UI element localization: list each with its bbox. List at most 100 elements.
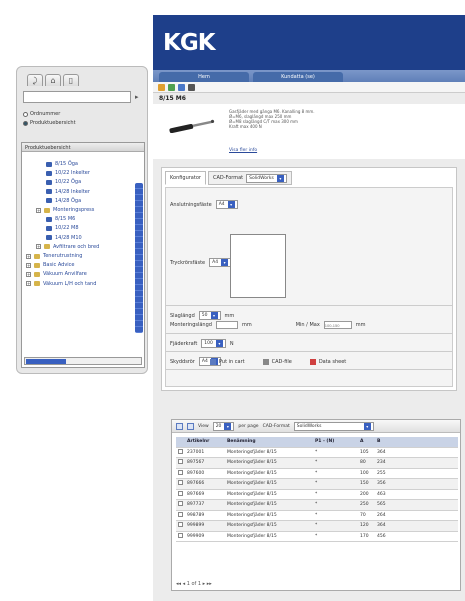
tryck-select[interactable]: A4 ▾	[209, 258, 232, 267]
expand-icon[interactable]: +	[26, 281, 31, 287]
table-row[interactable]: 897669 Monteringsfjäder 8/15 * 200 463	[176, 490, 458, 500]
configurator-body: Anslutningsfäste A4 ▾ Tryckrörsfäste A4 ▾ …	[165, 187, 453, 387]
chevron-down-icon[interactable]: ▾	[215, 340, 223, 347]
tree-horizontal-scrollbar[interactable]	[24, 357, 142, 365]
tree-item[interactable]: + Tenerutrustning	[26, 253, 82, 259]
list-view-icon[interactable]	[187, 422, 194, 430]
anslutning-select[interactable]: A4 ▾	[215, 200, 238, 209]
nav-tab-home[interactable]: Hem	[159, 72, 249, 82]
tree-item[interactable]: + Avfiltrare och bred	[36, 244, 99, 250]
tree-item[interactable]: 10/22 Inkelter	[46, 170, 90, 176]
table-row[interactable]: 998789 Monteringsfjäder 8/15 * 70 264	[176, 511, 458, 521]
radio-produktuebersicht[interactable]: Produktuebersicht	[23, 120, 76, 126]
cad-file-button[interactable]: CAD-file	[262, 359, 292, 365]
expand-icon[interactable]: +	[36, 244, 41, 250]
tab-configurator[interactable]: Konfigurator	[165, 171, 206, 185]
tree-item[interactable]: 8/15 Öga	[46, 161, 78, 167]
per-page-select[interactable]: 20 ▾	[212, 421, 235, 431]
tab-list-icon[interactable]: ▯	[63, 74, 79, 86]
expand-icon[interactable]: +	[26, 262, 31, 268]
radio-ordnummer[interactable]: Ordnummer	[23, 111, 60, 117]
tree-item[interactable]: + Basic Advice	[26, 262, 75, 268]
grid-view-icon[interactable]	[176, 422, 183, 430]
tree-item[interactable]: 14/28 Öga	[46, 198, 81, 204]
min-max-input[interactable]	[323, 321, 352, 329]
tree-item[interactable]: 10/22 M8	[46, 225, 79, 231]
row-select-cell	[176, 480, 187, 487]
table-row[interactable]: 237001 Monteringsfjäder 8/15 * 105 364	[176, 448, 458, 458]
button-label: CAD-file	[271, 359, 292, 365]
expand-icon[interactable]: +	[26, 253, 31, 259]
put-in-cart-button[interactable]: Put in cart	[210, 359, 245, 365]
row-checkbox[interactable]	[178, 522, 183, 528]
home-icon[interactable]	[158, 84, 165, 91]
slaglangd-select[interactable]: 50 ▾	[198, 311, 221, 320]
table-row[interactable]: 897567 Monteringsfjäder 8/15 * 80 234	[176, 458, 458, 469]
row-checkbox[interactable]	[178, 501, 183, 507]
row-checkbox[interactable]	[178, 448, 183, 454]
tree-item[interactable]: 10/22 Öga	[46, 179, 81, 185]
data-sheet-button[interactable]: Data sheet	[309, 359, 346, 365]
table-row[interactable]: 999899 Monteringsfjäder 8/15 * 120 364	[176, 521, 458, 532]
tree-item[interactable]: 14/28 Inkelter	[46, 189, 90, 195]
tree-item[interactable]: 14/28 M10	[46, 235, 82, 241]
kraft-select[interactable]: 100 ▾	[201, 339, 226, 348]
chevron-down-icon[interactable]: ▾	[210, 312, 218, 319]
folder-icon	[44, 207, 50, 213]
monteringslangd-input[interactable]	[215, 321, 238, 329]
chevron-down-icon[interactable]: ▾	[276, 174, 284, 182]
table-row[interactable]: 897737 Monteringsfjäder 8/15 * 250 565	[176, 500, 458, 511]
column-header[interactable]: Artikelnr	[187, 439, 227, 444]
expand-icon[interactable]: +	[26, 271, 31, 277]
radio-button[interactable]	[23, 120, 28, 126]
column-header[interactable]: B	[377, 439, 394, 444]
radio-label: Ordnummer	[30, 111, 61, 117]
back-icon[interactable]	[178, 84, 185, 91]
table-cell: 897669	[187, 491, 205, 497]
more-info-link[interactable]: Visa fler info	[229, 148, 257, 153]
field-slaglangd: Slaglängd 50 ▾ mm	[170, 311, 234, 320]
expand-icon[interactable]: +	[36, 207, 41, 213]
table-cell: 237001	[187, 449, 205, 455]
row-checkbox[interactable]	[178, 490, 183, 496]
radio-button[interactable]	[23, 111, 28, 117]
chevron-down-icon[interactable]: ▾	[224, 422, 232, 430]
tree-item[interactable]: + Väkuum Anvilfare	[26, 271, 87, 277]
tree-item[interactable]: 8/15 M6	[46, 216, 75, 222]
save-icon[interactable]	[188, 84, 195, 91]
tab-cad-format[interactable]: CAD-Format SolidWorks ▾	[207, 171, 292, 185]
column-header[interactable]: A	[360, 439, 377, 444]
tab-home-icon[interactable]: ⌂	[45, 74, 61, 86]
row-checkbox[interactable]	[178, 511, 183, 517]
column-header[interactable]: Benämning	[227, 439, 315, 444]
nav-tab-customer[interactable]: Kundatta (se)	[253, 72, 343, 82]
folder-icon	[34, 253, 40, 259]
column-header[interactable]: P1 - (N)	[315, 439, 360, 444]
tab-search-icon[interactable]: ⤸	[27, 74, 43, 86]
row-checkbox[interactable]	[178, 469, 183, 475]
search-go-icon[interactable]: ▸	[135, 93, 139, 101]
refresh-icon[interactable]	[168, 84, 175, 91]
row-checkbox[interactable]	[178, 532, 183, 538]
grid-pager[interactable]: ◂◂ ◂ 1 of 1 ▸ ▸▸	[176, 581, 212, 587]
table-row[interactable]: 897666 Monteringsfjäder 8/15 * 150 356	[176, 479, 458, 490]
tree-item[interactable]: + Väkuum L/H och tand	[26, 281, 96, 287]
results-grid: View 20 ▾ per page CAD-Format SolidWorks ▾…	[171, 419, 461, 591]
cad-format-select[interactable]: SolidWorks ▾	[293, 421, 374, 431]
tree-item-label: Avfiltrare och bred	[53, 243, 100, 250]
table-cell: *	[315, 460, 318, 466]
tree-item-label: 10/22 Öga	[55, 179, 82, 186]
tree-vertical-scrollbar[interactable]	[135, 183, 143, 333]
radio-label: Produktuebersicht	[30, 120, 76, 126]
tree-item[interactable]: + Monteringspress	[36, 207, 94, 213]
row-checkbox[interactable]	[178, 459, 183, 465]
cad-format-select[interactable]: SolidWorks ▾	[246, 173, 287, 183]
table-row[interactable]: 897600 Monteringsfjäder 8/15 * 100 255	[176, 469, 458, 479]
chevron-down-icon[interactable]: ▾	[363, 422, 371, 430]
table-row[interactable]: 999909 Monteringsfjäder 8/15 * 170 456	[176, 532, 458, 542]
chevron-down-icon[interactable]: ▾	[221, 259, 229, 266]
chevron-down-icon[interactable]: ▾	[227, 201, 235, 208]
row-checkbox[interactable]	[178, 480, 183, 486]
search-input[interactable]	[23, 91, 131, 103]
scroll-thumb[interactable]	[26, 359, 66, 364]
